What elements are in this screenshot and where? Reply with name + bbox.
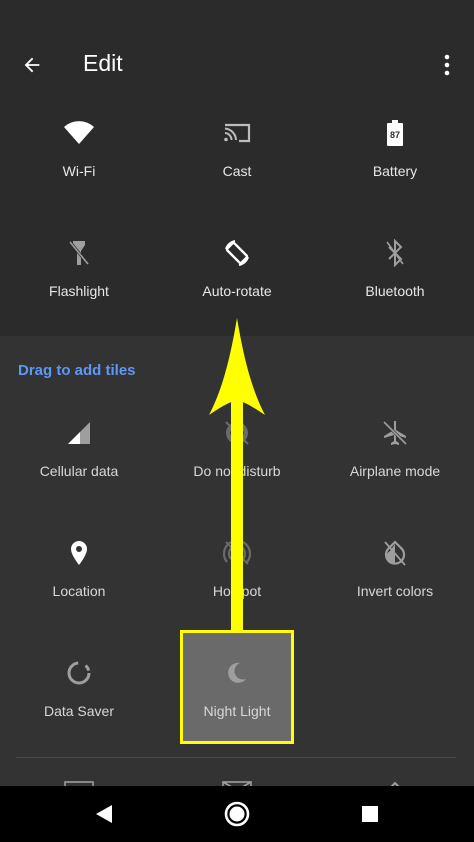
tile-bluetooth[interactable]: Bluetooth bbox=[316, 235, 474, 345]
arrow-back-icon bbox=[24, 57, 40, 73]
tile-night-light[interactable]: Night Light bbox=[158, 655, 316, 765]
data-saver-icon bbox=[61, 655, 97, 691]
tile-label: Hotspot bbox=[212, 583, 262, 599]
back-button[interactable] bbox=[14, 47, 50, 83]
tile-label: Wi-Fi bbox=[62, 163, 96, 179]
tile-data-saver[interactable]: Data Saver bbox=[0, 655, 158, 765]
tile-cellular-data[interactable]: Cellular data bbox=[0, 415, 158, 525]
tile-label: Auto-rotate bbox=[202, 283, 272, 299]
tile-hotspot[interactable]: Hotspot bbox=[158, 535, 316, 645]
do-not-disturb-icon bbox=[219, 415, 255, 451]
tile-cast[interactable]: Cast bbox=[158, 115, 316, 225]
tile-label: Do not disturb bbox=[193, 463, 281, 479]
tile-flashlight[interactable]: Flashlight bbox=[0, 235, 158, 345]
tile-label: Battery bbox=[372, 163, 418, 179]
tile-label: Night Light bbox=[203, 703, 271, 719]
cellular-icon bbox=[61, 415, 97, 451]
nav-recents-button[interactable] bbox=[352, 796, 388, 832]
tile-label: Bluetooth bbox=[365, 283, 425, 299]
hotspot-icon bbox=[219, 535, 255, 571]
auto-rotate-icon bbox=[219, 235, 255, 271]
square-recents-icon bbox=[362, 806, 378, 822]
flashlight-icon bbox=[61, 235, 97, 271]
tile-location[interactable]: Location bbox=[0, 535, 158, 645]
navigation-bar bbox=[0, 786, 474, 842]
circle-home-icon bbox=[224, 801, 250, 827]
airplane-icon bbox=[377, 415, 413, 451]
page-title: Edit bbox=[83, 50, 123, 76]
tile-label: Cast bbox=[222, 163, 252, 179]
night-light-icon bbox=[219, 655, 255, 691]
triangle-back-icon bbox=[96, 805, 112, 823]
nav-home-button[interactable] bbox=[219, 796, 255, 832]
battery-level-text: 87 bbox=[390, 130, 400, 140]
nav-back-button[interactable] bbox=[86, 796, 122, 832]
more-options-button[interactable] bbox=[432, 50, 462, 80]
divider bbox=[16, 757, 456, 758]
tile-invert-colors[interactable]: Invert colors bbox=[316, 535, 474, 645]
more-vert-icon bbox=[444, 54, 450, 76]
tile-label: Location bbox=[52, 583, 106, 599]
battery-icon: 87 bbox=[377, 115, 413, 151]
app-bar: Edit bbox=[0, 0, 474, 104]
tile-label: Cellular data bbox=[39, 463, 119, 479]
location-icon bbox=[61, 535, 97, 571]
tile-label: Flashlight bbox=[49, 283, 109, 299]
bluetooth-icon bbox=[377, 235, 413, 271]
tile-label: Airplane mode bbox=[349, 463, 441, 479]
tile-airplane-mode[interactable]: Airplane mode bbox=[316, 415, 474, 525]
tile-label: Data Saver bbox=[43, 703, 115, 719]
tile-auto-rotate[interactable]: Auto-rotate bbox=[158, 235, 316, 345]
drag-to-add-heading: Drag to add tiles bbox=[18, 362, 136, 379]
tile-wifi[interactable]: Wi-Fi bbox=[0, 115, 158, 225]
invert-colors-icon bbox=[377, 535, 413, 571]
tile-label: Invert colors bbox=[356, 583, 434, 599]
tile-battery[interactable]: 87 Battery bbox=[316, 115, 474, 225]
wifi-icon bbox=[61, 115, 97, 151]
tile-do-not-disturb[interactable]: Do not disturb bbox=[158, 415, 316, 525]
cast-icon bbox=[219, 115, 255, 151]
